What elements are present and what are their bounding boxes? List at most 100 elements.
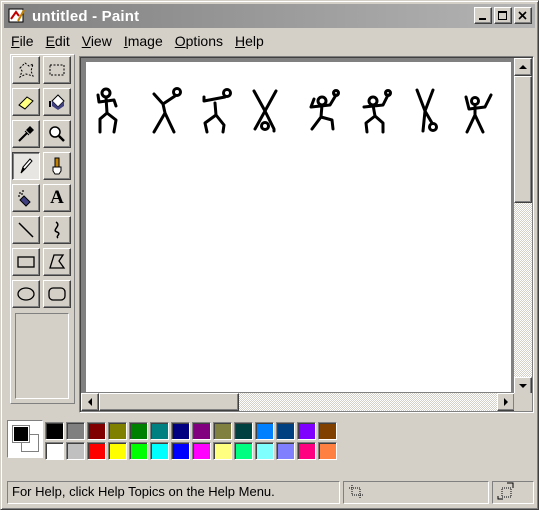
tool-rounded-rectangle[interactable] xyxy=(43,280,71,308)
tool-options-panel[interactable] xyxy=(15,313,69,399)
menu-view[interactable]: View xyxy=(76,31,118,51)
palette-swatch[interactable] xyxy=(108,442,127,460)
palette-swatch[interactable] xyxy=(129,442,148,460)
menu-help[interactable]: Help xyxy=(229,31,270,51)
menu-edit-accel: E xyxy=(45,33,55,49)
tool-free-form-select[interactable] xyxy=(12,56,40,84)
menu-options-accel: O xyxy=(174,33,186,49)
tool-fill[interactable] xyxy=(43,88,71,116)
menu-image[interactable]: Image xyxy=(118,31,169,51)
tool-pick-color[interactable] xyxy=(12,120,40,148)
palette-swatch[interactable] xyxy=(297,442,316,460)
stick-figure-6 xyxy=(362,89,392,134)
palette-swatch[interactable] xyxy=(171,442,190,460)
menu-file-label: ile xyxy=(19,33,34,49)
arrow-right-icon xyxy=(504,398,508,406)
menu-help-accel: H xyxy=(235,33,246,49)
stick-figure-1 xyxy=(96,87,118,134)
palette-swatch[interactable] xyxy=(108,422,127,440)
palette-swatch[interactable] xyxy=(87,442,106,460)
vertical-scroll-thumb[interactable] xyxy=(514,76,532,203)
eraser-icon xyxy=(18,96,34,110)
select-icon xyxy=(49,64,65,76)
palette-swatch[interactable] xyxy=(234,422,253,440)
palette-swatch[interactable] xyxy=(213,422,232,440)
rectangle-icon xyxy=(17,256,35,268)
palette-swatch[interactable] xyxy=(297,422,316,440)
menu-edit-label: dit xyxy=(54,33,70,49)
palette-swatch[interactable] xyxy=(255,442,274,460)
palette-swatch[interactable] xyxy=(255,422,274,440)
palette-swatch[interactable] xyxy=(171,422,190,440)
menu-options[interactable]: Options xyxy=(169,31,229,51)
arrow-down-icon xyxy=(519,384,527,388)
palette-swatch[interactable] xyxy=(192,442,211,460)
stick-figure-7 xyxy=(415,88,438,133)
tool-eraser[interactable] xyxy=(12,88,40,116)
palette-swatch[interactable] xyxy=(234,442,253,460)
brush-icon xyxy=(52,157,62,175)
tool-box: A xyxy=(5,54,77,410)
stick-figure-8 xyxy=(464,93,493,134)
palette-swatch[interactable] xyxy=(66,442,85,460)
scroll-left-button[interactable] xyxy=(81,393,99,411)
palette-swatch[interactable] xyxy=(150,422,169,440)
tool-curve[interactable] xyxy=(43,216,71,244)
tool-pencil[interactable] xyxy=(12,152,40,180)
menu-view-accel: V xyxy=(81,33,91,49)
current-colors[interactable] xyxy=(7,420,43,458)
palette-swatch[interactable] xyxy=(45,422,64,440)
palette-swatch[interactable] xyxy=(276,442,295,460)
menu-edit[interactable]: Edit xyxy=(40,31,76,51)
arrow-up-icon xyxy=(519,65,527,69)
tool-rectangle[interactable] xyxy=(12,248,40,276)
tool-select[interactable] xyxy=(43,56,71,84)
palette-swatch[interactable] xyxy=(192,422,211,440)
tool-line[interactable] xyxy=(12,216,40,244)
horizontal-scrollbar[interactable] xyxy=(81,393,515,411)
title-bar[interactable]: untitled - Paint xyxy=(4,4,535,28)
maximize-button[interactable] xyxy=(494,7,512,24)
palette-swatch[interactable] xyxy=(318,442,337,460)
vertical-scrollbar[interactable] xyxy=(514,58,532,395)
status-help-text: For Help, click Help Topics on the Help … xyxy=(7,481,340,504)
free-form-select-icon xyxy=(19,62,34,78)
palette-swatch[interactable] xyxy=(318,422,337,440)
stick-figure-2 xyxy=(152,87,182,134)
tool-brush[interactable] xyxy=(43,152,71,180)
minimize-button[interactable] xyxy=(474,7,492,24)
tool-ellipse[interactable] xyxy=(12,280,40,308)
tool-airbrush[interactable] xyxy=(12,184,40,212)
palette-swatch[interactable] xyxy=(213,442,232,460)
stick-figure-5 xyxy=(309,89,340,131)
scroll-up-button[interactable] xyxy=(514,58,532,76)
tool-text[interactable]: A xyxy=(43,184,71,212)
polygon-icon xyxy=(49,254,66,269)
stick-figure-4 xyxy=(252,89,278,133)
line-icon xyxy=(18,222,34,238)
stick-figure-3 xyxy=(202,88,232,134)
text-icon: A xyxy=(50,187,64,208)
status-bar: For Help, click Help Topics on the Help … xyxy=(5,479,535,505)
close-button[interactable] xyxy=(514,7,532,24)
palette-swatch[interactable] xyxy=(276,422,295,440)
palette-swatch[interactable] xyxy=(150,442,169,460)
palette-swatch[interactable] xyxy=(66,422,85,440)
palette-swatch[interactable] xyxy=(87,422,106,440)
curve-icon xyxy=(54,221,60,239)
horizontal-scroll-thumb[interactable] xyxy=(99,393,239,411)
palette-swatch[interactable] xyxy=(45,442,64,460)
magnifier-icon xyxy=(49,126,65,142)
menu-help-label: elp xyxy=(245,33,264,49)
scroll-right-button[interactable] xyxy=(497,393,515,411)
menu-file[interactable]: File xyxy=(5,31,40,51)
tool-magnifier[interactable] xyxy=(43,120,71,148)
color-box xyxy=(5,417,535,469)
palette-swatch[interactable] xyxy=(129,422,148,440)
ellipse-icon xyxy=(17,287,35,301)
menu-bar: File Edit View Image Options Help xyxy=(5,30,270,52)
menu-image-label: mage xyxy=(127,33,163,49)
drawing-canvas[interactable] xyxy=(86,62,511,392)
status-selection-size xyxy=(492,481,534,504)
tool-polygon[interactable] xyxy=(43,248,71,276)
